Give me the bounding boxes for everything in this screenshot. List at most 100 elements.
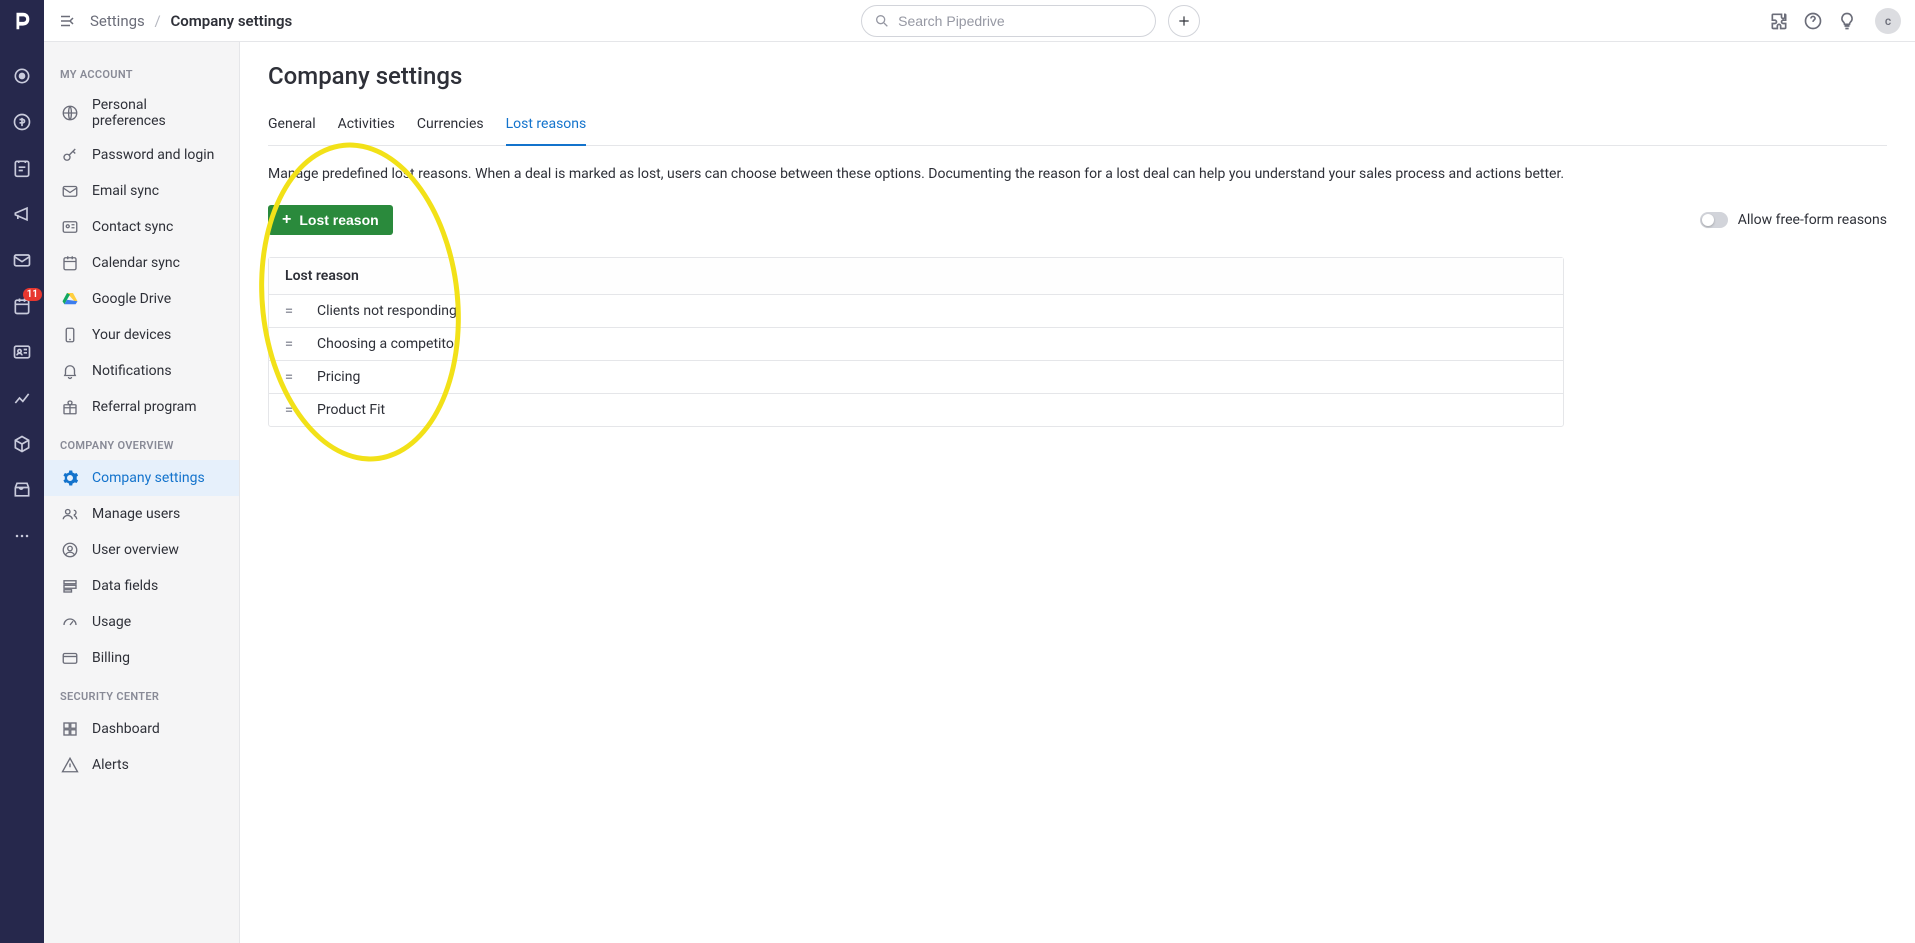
- sidebar-item-label: Alerts: [92, 757, 129, 773]
- mail-icon: [60, 181, 80, 201]
- sidebar-item-label: Dashboard: [92, 721, 160, 737]
- table-row[interactable]: = Product Fit: [269, 394, 1563, 426]
- sidebar-item-label: Notifications: [92, 363, 172, 379]
- add-lost-reason-button[interactable]: + Lost reason: [268, 205, 393, 235]
- search-box[interactable]: [861, 5, 1156, 37]
- lost-reason-label: Pricing: [317, 369, 360, 385]
- extensions-icon[interactable]: [1769, 11, 1789, 31]
- rail-deals-icon[interactable]: [10, 110, 34, 134]
- drag-handle-icon[interactable]: =: [285, 336, 299, 352]
- sidebar-item-label: Data fields: [92, 578, 158, 594]
- globe-icon: [60, 103, 80, 123]
- sidebar-section-title: MY ACCOUNT: [44, 54, 239, 89]
- lost-reason-label: Product Fit: [317, 402, 385, 418]
- sidebar-item-label: Company settings: [92, 470, 205, 486]
- app-logo[interactable]: [11, 10, 33, 32]
- search-input[interactable]: [898, 13, 1143, 29]
- drag-handle-icon[interactable]: =: [285, 369, 299, 385]
- sidebar-item-label: Personal preferences: [92, 97, 223, 129]
- gift-icon: [60, 397, 80, 417]
- sidebar-item-label: Google Drive: [92, 291, 171, 307]
- sidebar-section-title: COMPANY OVERVIEW: [44, 425, 239, 460]
- freeform-toggle[interactable]: [1700, 212, 1728, 228]
- table-row[interactable]: =Clients not responding: [269, 295, 1563, 328]
- breadcrumb-current: Company settings: [170, 12, 292, 30]
- breadcrumb-root[interactable]: Settings: [90, 12, 145, 30]
- rail-activities-icon[interactable]: 11: [10, 294, 34, 318]
- sidebar-item-manage-users[interactable]: Manage users: [44, 496, 239, 532]
- collapse-sidebar-icon[interactable]: [58, 12, 76, 30]
- table-row[interactable]: = Pricing: [269, 361, 1563, 394]
- fields-icon: [60, 576, 80, 596]
- table-row[interactable]: = Choosing a competitor: [269, 328, 1563, 361]
- tips-icon[interactable]: [1837, 11, 1857, 31]
- page-title: Company settings: [268, 62, 1887, 90]
- sidebar-item-label: Calendar sync: [92, 255, 180, 271]
- key-icon: [60, 145, 80, 165]
- sidebar-item-notifications[interactable]: Notifications: [44, 353, 239, 389]
- help-icon[interactable]: [1803, 11, 1823, 31]
- sidebar-item-billing[interactable]: Billing: [44, 640, 239, 676]
- tab-general[interactable]: General: [268, 108, 316, 146]
- sidebar-item-label: Password and login: [92, 147, 214, 163]
- sidebar-item-referral-program[interactable]: Referral program: [44, 389, 239, 425]
- sidebar-item-personal-preferences[interactable]: Personal preferences: [44, 89, 239, 137]
- sidebar-item-label: User overview: [92, 542, 179, 558]
- sidebar-item-calendar-sync[interactable]: Calendar sync: [44, 245, 239, 281]
- sidebar-item-alerts[interactable]: Alerts: [44, 747, 239, 783]
- card-icon: [60, 648, 80, 668]
- breadcrumb: Settings / Company settings: [90, 12, 292, 30]
- tabs: General Activities Currencies Lost reasons: [268, 108, 1887, 146]
- tab-activities[interactable]: Activities: [338, 108, 395, 146]
- plus-icon: +: [282, 212, 291, 228]
- contact-icon: [60, 217, 80, 237]
- gear-icon: [60, 468, 80, 488]
- lost-reasons-table: Lost reason =Clients not responding=Choo…: [268, 257, 1564, 427]
- rail-marketplace-icon[interactable]: [10, 478, 34, 502]
- device-icon: [60, 325, 80, 345]
- lost-reason-label: Choosing a competitor: [317, 336, 459, 352]
- rail-campaigns-icon[interactable]: [10, 202, 34, 226]
- rail-insights-icon[interactable]: [10, 386, 34, 410]
- grid-icon: [60, 719, 80, 739]
- sidebar-item-label: Billing: [92, 650, 130, 666]
- users-icon: [60, 504, 80, 524]
- sidebar-item-company-settings[interactable]: Company settings: [44, 460, 239, 496]
- sidebar-item-label: Usage: [92, 614, 131, 630]
- user-avatar[interactable]: c: [1875, 8, 1901, 34]
- sidebar-item-usage[interactable]: Usage: [44, 604, 239, 640]
- sidebar-item-email-sync[interactable]: Email sync: [44, 173, 239, 209]
- sidebar-item-password-and-login[interactable]: Password and login: [44, 137, 239, 173]
- rail-more-icon[interactable]: [10, 524, 34, 548]
- table-header: Lost reason: [269, 258, 1563, 295]
- gdrive-icon: [60, 289, 80, 309]
- breadcrumb-separator: /: [155, 12, 161, 30]
- rail-leads-icon[interactable]: [10, 64, 34, 88]
- sidebar-item-label: Contact sync: [92, 219, 173, 235]
- rail-contacts-icon[interactable]: [10, 340, 34, 364]
- sidebar-item-label: Referral program: [92, 399, 197, 415]
- calendar-icon: [60, 253, 80, 273]
- drag-handle-icon[interactable]: =: [285, 402, 299, 418]
- sidebar-item-label: Your devices: [92, 327, 171, 343]
- sidebar-item-your-devices[interactable]: Your devices: [44, 317, 239, 353]
- tab-currencies[interactable]: Currencies: [417, 108, 484, 146]
- user-circle-icon: [60, 540, 80, 560]
- rail-products-icon[interactable]: [10, 432, 34, 456]
- tab-lost-reasons[interactable]: Lost reasons: [506, 108, 587, 146]
- sidebar-item-google-drive[interactable]: Google Drive: [44, 281, 239, 317]
- sidebar-item-dashboard[interactable]: Dashboard: [44, 711, 239, 747]
- rail-projects-icon[interactable]: [10, 156, 34, 180]
- sidebar-item-contact-sync[interactable]: Contact sync: [44, 209, 239, 245]
- settings-sidebar: MY ACCOUNT Personal preferences Password a…: [44, 42, 240, 943]
- page-description: Manage predefined lost reasons. When a d…: [268, 164, 1887, 185]
- rail-badge: 11: [23, 288, 42, 301]
- sidebar-item-label: Email sync: [92, 183, 159, 199]
- drag-handle-icon[interactable]: =: [285, 303, 299, 319]
- freeform-toggle-wrap: Allow free-form reasons: [1700, 212, 1887, 228]
- sidebar-item-user-overview[interactable]: User overview: [44, 532, 239, 568]
- quick-add-button[interactable]: [1168, 5, 1200, 37]
- rail-mail-icon[interactable]: [10, 248, 34, 272]
- sidebar-item-data-fields[interactable]: Data fields: [44, 568, 239, 604]
- main-content: Company settings General Activities Curren…: [240, 42, 1915, 447]
